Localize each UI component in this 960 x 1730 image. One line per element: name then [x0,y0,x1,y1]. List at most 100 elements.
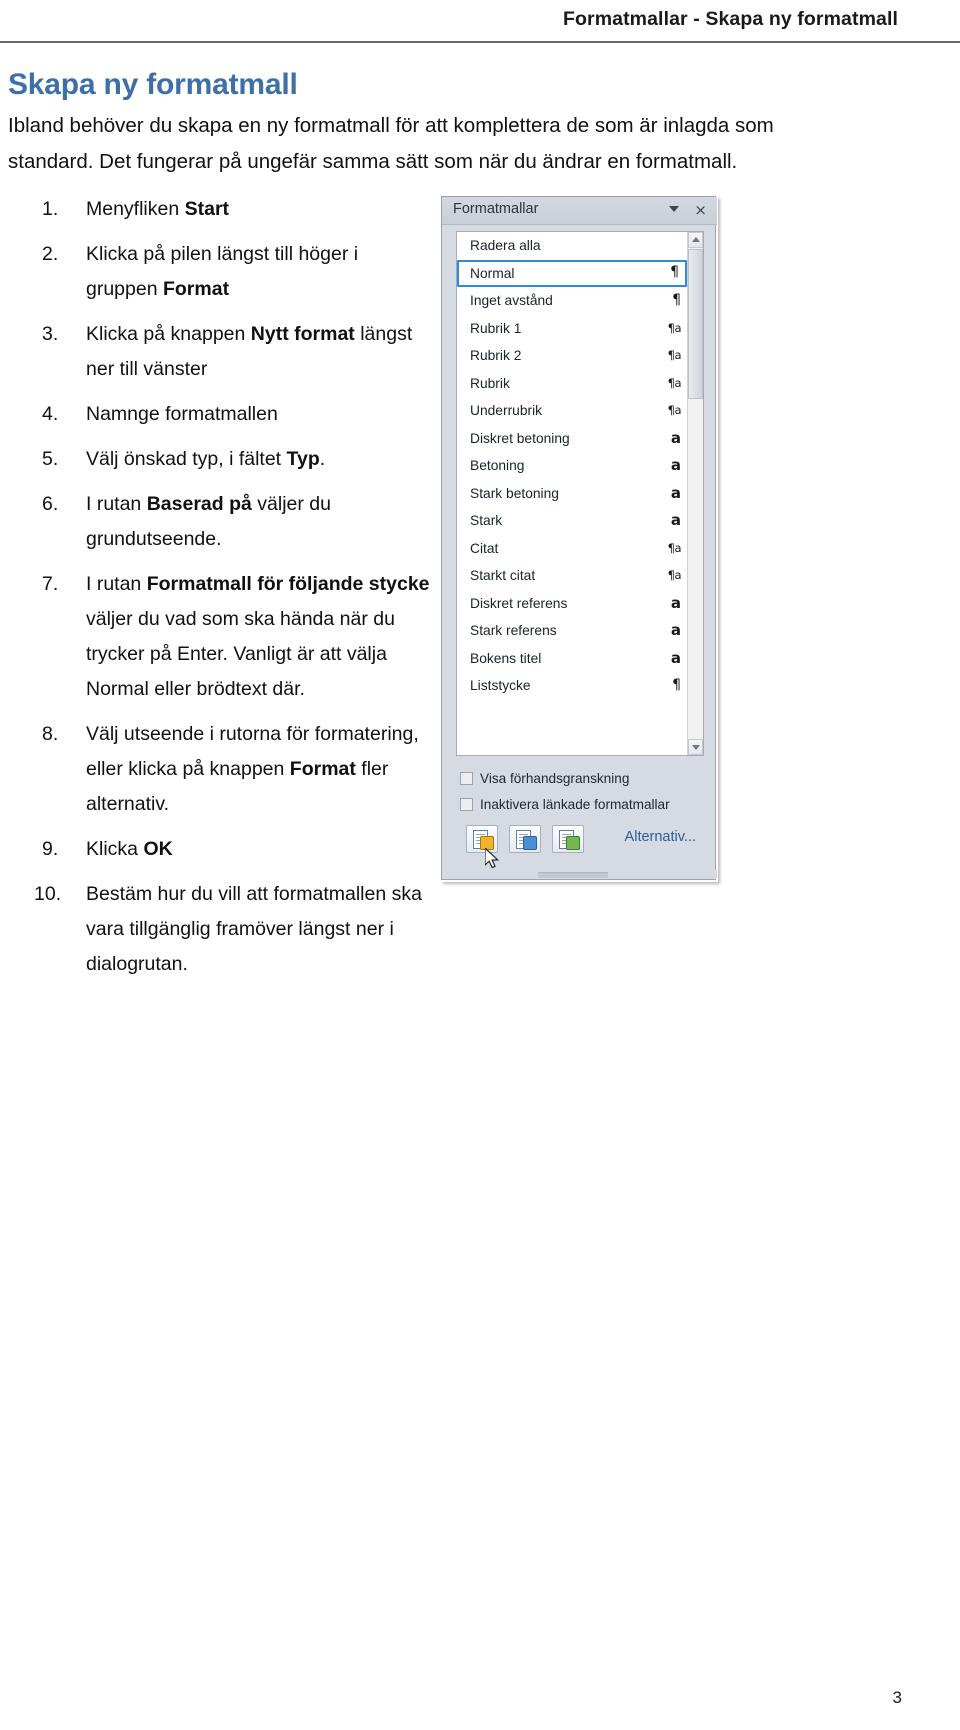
page-number: 3 [892,1688,902,1707]
list-item[interactable]: Liststycke ¶ [457,672,687,700]
list-item: 1. Menyfliken Start [42,192,434,227]
style-inspector-button[interactable] [509,825,541,853]
styles-list-items: Radera alla Normal ¶ Inget avstånd ¶ Rub… [457,232,687,755]
list-item-text: Klicka OK [86,838,173,860]
list-item[interactable]: Betoning a [457,452,687,480]
linked-style-icon: ¶a [667,540,682,555]
style-name: Diskret betoning [470,430,570,446]
list-item: 5. Välj önskad typ, i fältet Typ. [42,442,434,477]
list-item: 6. I rutan Baserad på väljer du grunduts… [42,487,434,557]
list-item[interactable]: Citat ¶a [457,535,687,563]
list-item[interactable]: Stark a [457,507,687,535]
character-style-icon: a [670,511,681,529]
list-item-text: I rutan Formatmall för följande stycke v… [86,573,430,700]
header-divider [0,41,960,43]
list-item-text: Bestäm hur du vill att formatmallen ska … [86,883,422,975]
task-pane-title-bar: Formatmallar × [442,197,717,225]
close-icon[interactable]: × [694,200,707,220]
resize-grip[interactable] [538,872,608,878]
manage-badge-icon [566,836,580,850]
styles-list-scrollbar[interactable] [687,232,703,755]
scroll-up-button[interactable] [688,232,703,248]
styles-task-pane: Formatmallar × Radera alla Normal ¶ Inge… [441,196,717,880]
list-item-number: 5. [42,448,59,470]
checkbox-label: Inaktivera länkade formatmallar [480,797,670,812]
steps-list: 1. Menyfliken Start 2. Klicka på pilen l… [34,192,434,992]
intro-paragraph: Ibland behöver du skapa en ny formatmall… [8,114,774,173]
checkbox-box[interactable] [460,772,473,785]
new-style-button[interactable] [466,825,498,853]
checkbox-label: Visa förhandsgranskning [480,771,630,786]
running-head-text: Formatmallar - Skapa ny formatmall [562,8,898,30]
page-title: Skapa ny formatmall [8,68,298,101]
options-link[interactable]: Alternativ... [625,829,696,845]
list-item-number: 10. [34,883,62,905]
list-item: 4. Namnge formatmallen [42,397,434,432]
list-item[interactable]: Rubrik 2 ¶a [457,342,687,370]
list-item[interactable]: Inget avstånd ¶ [457,287,687,315]
list-item-text: Välj utseende i rutorna för formatering,… [86,723,419,815]
list-item[interactable]: Starkt citat ¶a [457,562,687,590]
scrollbar-thumb[interactable] [688,249,703,399]
list-item[interactable]: Diskret betoning a [457,425,687,453]
list-item-text: Klicka på pilen längst till höger i grup… [86,243,359,300]
styles-list[interactable]: Radera alla Normal ¶ Inget avstånd ¶ Rub… [456,231,704,756]
chevron-up-icon [692,237,700,242]
list-item-number: 2. [42,243,59,265]
list-item[interactable]: Bokens titel a [457,645,687,673]
list-item[interactable]: Rubrik 1 ¶a [457,315,687,343]
list-item: 9. Klicka OK [42,832,434,867]
task-pane-title: Formatmallar [453,201,539,217]
style-name: Stark [470,513,503,528]
list-item-number: 9. [42,838,59,860]
paragraph-style-icon: ¶ [670,263,679,280]
style-name: Betoning [470,458,525,473]
list-item: 3. Klicka på knappen Nytt format längst … [42,317,434,387]
task-pane-footer [442,869,717,879]
list-item[interactable]: Radera alla [457,232,687,260]
character-style-icon: a [670,456,681,474]
checkbox-disable-linked-styles[interactable]: Inaktivera länkade formatmallar [460,797,670,812]
style-name: Inget avstånd [470,293,553,308]
linked-style-icon: ¶a [667,568,682,582]
style-name: Normal [470,265,515,281]
manage-styles-button[interactable] [552,825,584,853]
linked-style-icon: ¶a [667,348,682,362]
scroll-down-button[interactable] [688,739,703,755]
style-name: Liststycke [470,678,531,693]
chevron-down-icon[interactable] [669,206,679,212]
list-item-text: Välj önskad typ, i fältet Typ. [86,448,326,470]
checkbox-show-preview[interactable]: Visa förhandsgranskning [460,771,629,786]
paragraph-style-icon: ¶ [672,677,681,693]
character-style-icon: a [670,483,681,502]
character-style-icon: a [670,428,681,447]
list-item[interactable]: Rubrik ¶a [457,370,687,398]
list-item: 7. I rutan Formatmall för följande styck… [42,567,434,707]
style-name: Underrubrik [470,403,543,418]
chevron-down-icon [692,745,700,750]
character-style-icon: a [670,621,681,639]
list-item[interactable]: Stark referens a [457,617,687,645]
list-item: 2. Klicka på pilen längst till höger i g… [42,237,434,307]
style-name: Diskret referens [470,595,568,611]
list-item-number: 3. [42,323,59,345]
list-item: 10. Bestäm hur du vill att formatmallen … [34,877,434,982]
checkbox-box[interactable] [460,798,473,811]
character-style-icon: a [670,593,681,612]
list-item-text: Menyfliken Start [86,198,230,220]
list-item[interactable]: Normal ¶ [457,259,687,287]
task-pane-button-bar: Alternativ... [456,825,704,859]
style-name: Radera alla [470,238,541,253]
list-item[interactable]: Underrubrik ¶a [457,397,687,425]
list-item: 8. Välj utseende i rutorna för formateri… [42,717,434,822]
list-item-number: 1. [42,198,59,220]
character-style-icon: a [670,648,681,667]
list-item-number: 6. [42,493,59,515]
linked-style-icon: ¶a [667,320,682,335]
list-item[interactable]: Stark betoning a [457,480,687,508]
list-item[interactable]: Diskret referens a [457,590,687,618]
style-name: Citat [470,540,499,556]
list-item-number: 8. [42,723,59,745]
linked-style-icon: ¶a [667,403,682,417]
paragraph-style-icon: ¶ [672,292,681,308]
